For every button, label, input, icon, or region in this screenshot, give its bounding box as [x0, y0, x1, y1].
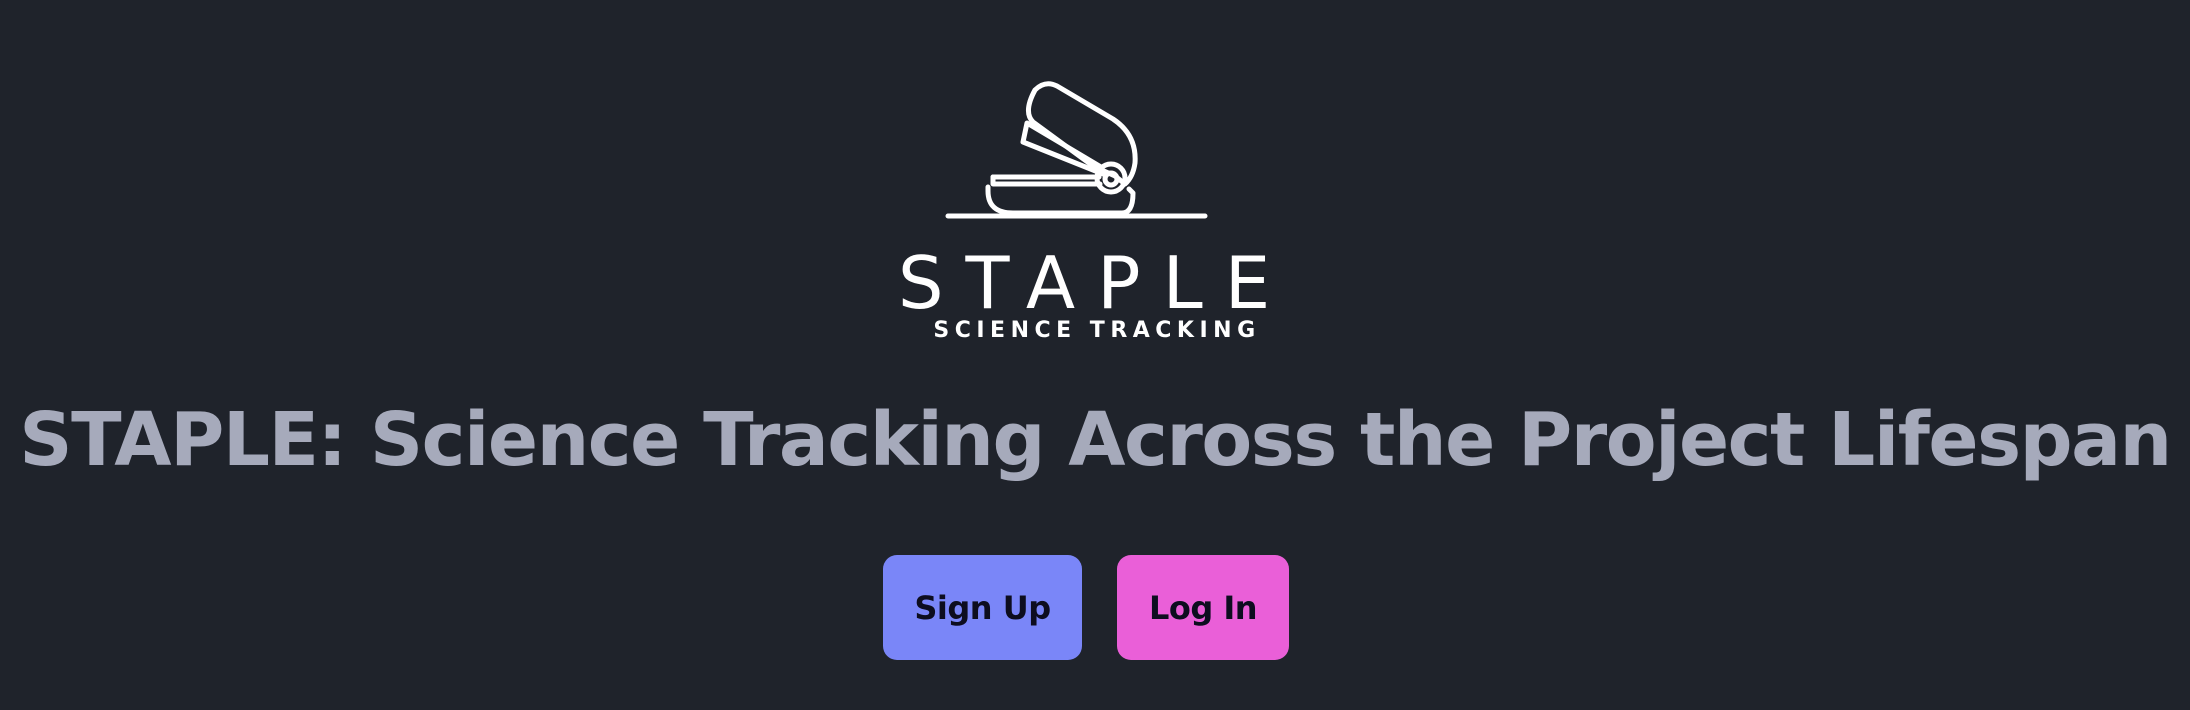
stapler-icon — [945, 81, 1208, 219]
sign-up-button[interactable]: Sign Up — [883, 555, 1082, 660]
page-title: STAPLE: Science Tracking Across the Proj… — [19, 397, 2172, 483]
logo-tagline: SCIENCE TRACKING — [933, 318, 1260, 343]
log-in-button[interactable]: Log In — [1117, 555, 1289, 660]
staple-logo: STAPLE SCIENCE TRACKING — [0, 80, 2190, 345]
logo-wordmark: STAPLE — [898, 241, 1292, 325]
